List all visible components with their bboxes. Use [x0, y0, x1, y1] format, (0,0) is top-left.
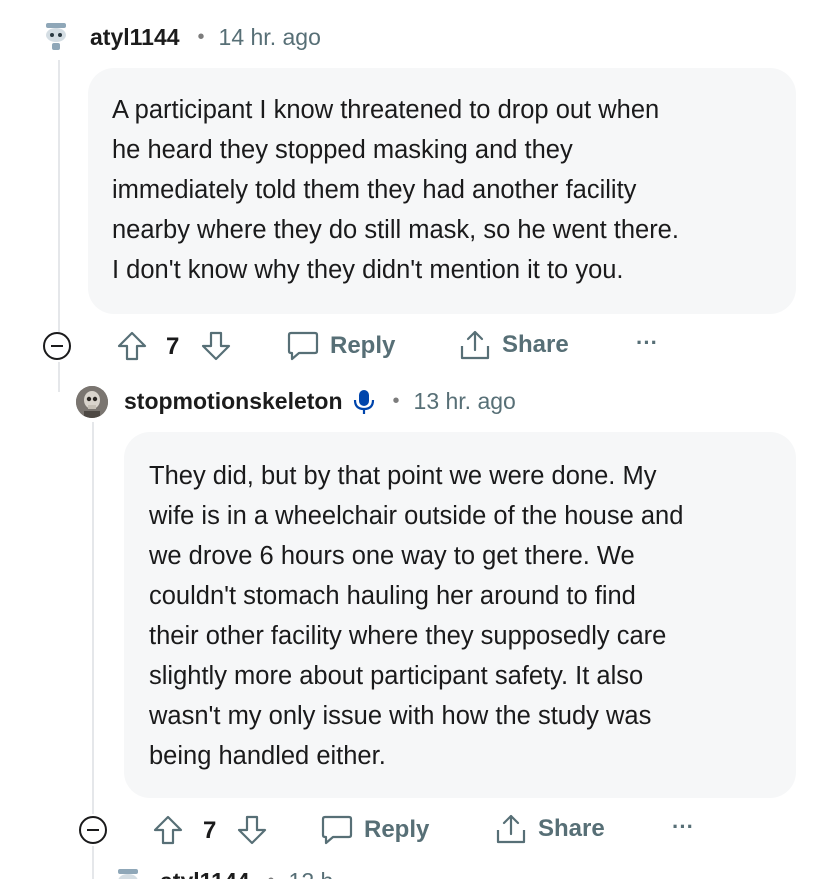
comment-line: nearby where they do still mask, so he w… — [112, 216, 679, 244]
comment-line: immediately told them they had another f… — [112, 176, 637, 204]
comment-line: A participant I know threatened to drop … — [112, 96, 660, 124]
minus-circle-icon[interactable] — [42, 331, 72, 361]
timestamp[interactable]: 12 h — [289, 868, 334, 879]
share-label: Share — [538, 815, 605, 842]
avatar[interactable] — [40, 20, 72, 52]
comment-line: They did, but by that point we were done… — [149, 462, 657, 490]
share-icon — [496, 814, 526, 844]
separator-dot: • — [268, 870, 275, 879]
comment-line: I don't know why they didn't mention it … — [112, 256, 624, 284]
separator-dot: • — [392, 390, 400, 412]
comment-line: slightly more about participant safety. … — [149, 662, 644, 690]
share-button[interactable]: Share — [458, 328, 569, 362]
thread-line-reply-lower — [92, 846, 94, 879]
comment-meta-partial: atyl1144 • 12 h — [160, 868, 333, 879]
downvote-button[interactable] — [200, 330, 232, 362]
minus-circle-icon[interactable] — [78, 815, 108, 845]
username[interactable]: atyl1144 — [160, 868, 250, 879]
timestamp[interactable]: 13 hr. ago — [414, 388, 516, 415]
comment-line: he heard they stopped masking and they — [112, 136, 573, 164]
more-label: ··· — [672, 814, 694, 839]
avatar[interactable] — [76, 386, 108, 418]
comment-line: being handled either. — [149, 742, 386, 770]
downvote-button[interactable] — [236, 814, 268, 846]
vote-count-label: 7 — [166, 333, 180, 360]
share-label: Share — [502, 331, 569, 358]
thread-line-reply — [92, 422, 94, 814]
arrow-up-icon — [117, 331, 147, 361]
reply-label: Reply — [364, 816, 430, 843]
more-options-button[interactable]: ··· — [672, 814, 694, 840]
reply-label: Reply — [330, 332, 396, 359]
arrow-down-icon — [201, 331, 231, 361]
speech-bubble-icon — [287, 331, 319, 361]
arrow-down-icon — [237, 815, 267, 845]
comment-body: They did, but by that point we were done… — [124, 432, 796, 798]
more-label: ··· — [636, 330, 658, 355]
vote-count: 7 — [203, 817, 216, 845]
arrow-up-icon — [153, 815, 183, 845]
microphone-icon — [353, 389, 375, 415]
thread-line-root — [58, 60, 60, 332]
upvote-button[interactable] — [116, 330, 148, 362]
upvote-button[interactable] — [152, 814, 184, 846]
comment-meta: atyl1144 • 14 hr. ago — [90, 24, 321, 51]
comment-body: A participant I know threatened to drop … — [88, 68, 796, 314]
username[interactable]: atyl1144 — [90, 24, 180, 51]
comment-line: couldn't stomach hauling her around to f… — [149, 582, 636, 610]
speech-bubble-icon — [321, 815, 353, 845]
vote-count: 7 — [166, 333, 179, 361]
more-options-button[interactable]: ··· — [636, 330, 658, 356]
share-button[interactable]: Share — [494, 812, 605, 846]
comment-line: their other facility where they supposed… — [149, 622, 667, 650]
vote-count-label: 7 — [203, 817, 217, 844]
thread-line-root-lower — [58, 362, 60, 392]
timestamp[interactable]: 14 hr. ago — [219, 24, 321, 51]
reply-button[interactable]: Reply — [320, 814, 429, 846]
comment-line: wife is in a wheelchair outside of the h… — [149, 502, 684, 530]
avatar[interactable] — [112, 866, 144, 879]
comment-line: wasn't my only issue with how the study … — [149, 702, 652, 730]
share-icon — [460, 330, 490, 360]
username[interactable]: stopmotionskeleton — [124, 388, 343, 415]
reply-button[interactable]: Reply — [286, 330, 395, 362]
comment-meta: stopmotionskeleton • 13 hr. ago — [124, 388, 516, 415]
comment-line: we drove 6 hours one way to get there. W… — [149, 542, 635, 570]
separator-dot: • — [197, 26, 205, 48]
